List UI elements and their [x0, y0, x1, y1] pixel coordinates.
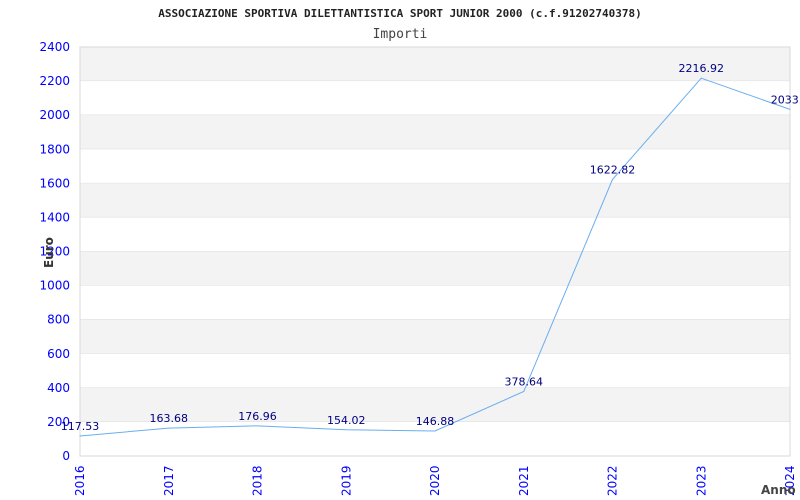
data-label: 1622.82	[590, 163, 636, 176]
data-label: 176.96	[238, 410, 277, 423]
x-tick-label: 2017	[162, 465, 176, 496]
line-chart: ASSOCIAZIONE SPORTIVA DILETTANTISTICA SP…	[39, 7, 800, 497]
data-label: 163.68	[150, 412, 189, 425]
grid-band	[80, 149, 790, 184]
x-tick-label: 2016	[73, 465, 87, 496]
data-point	[434, 430, 436, 432]
x-axis-label: Anno	[761, 483, 796, 497]
data-point	[523, 390, 525, 392]
data-label: 117.53	[61, 420, 100, 433]
data-point	[345, 429, 347, 431]
x-tick-label: 2023	[694, 465, 708, 496]
y-tick-label: 400	[47, 381, 70, 395]
chart-title: ASSOCIAZIONE SPORTIVA DILETTANTISTICA SP…	[158, 7, 641, 20]
data-point	[789, 108, 791, 110]
x-tick-label: 2021	[517, 465, 531, 496]
grid-band	[80, 217, 790, 252]
data-label: 146.88	[416, 415, 455, 428]
chart-subtitle: Importi	[373, 27, 428, 42]
data-point	[612, 178, 613, 180]
data-label: 2033.9	[771, 93, 800, 106]
y-tick-label: 0	[62, 449, 70, 463]
grid-band	[80, 319, 790, 354]
y-tick-label: 600	[47, 347, 70, 361]
x-tick-label: 2019	[339, 465, 353, 496]
grid-band	[80, 353, 790, 388]
y-tick-label: 1800	[39, 142, 70, 156]
data-label: 378.64	[505, 375, 544, 388]
y-tick-label: 2200	[39, 74, 70, 88]
grid-band	[80, 183, 790, 218]
data-label: 2216.92	[679, 62, 725, 75]
y-tick-label: 1600	[39, 176, 70, 190]
data-point	[168, 427, 170, 429]
y-tick-label: 2400	[39, 40, 70, 54]
y-tick-label: 2000	[39, 108, 70, 122]
y-axis-label: Euro	[42, 237, 56, 268]
x-tick-label: 2022	[606, 465, 620, 496]
y-tick-label: 800	[47, 313, 70, 327]
grid-band	[80, 251, 790, 286]
y-tick-label: 1000	[39, 279, 70, 293]
data-label: 154.02	[327, 414, 366, 427]
x-tick-label: 2018	[251, 465, 265, 496]
x-tick-label: 2020	[428, 465, 442, 496]
data-point	[79, 435, 81, 437]
grid-band	[80, 285, 790, 320]
y-tick-label: 1400	[39, 210, 70, 224]
grid-band	[80, 115, 790, 150]
data-point	[700, 77, 702, 79]
data-point	[257, 425, 258, 427]
